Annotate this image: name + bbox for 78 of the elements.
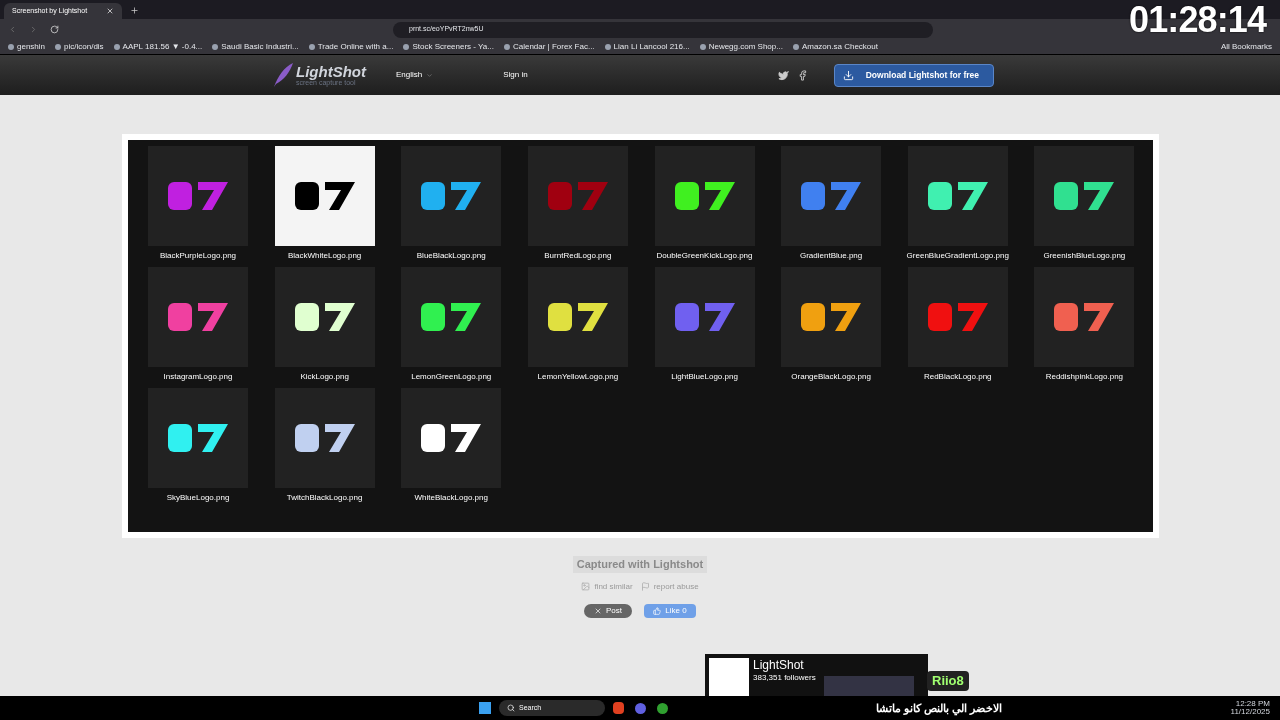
reload-icon[interactable] xyxy=(50,25,59,34)
captured-label: Captured with Lightshot xyxy=(572,556,708,573)
image-thumbnail[interactable] xyxy=(654,267,755,367)
image-thumbnail[interactable] xyxy=(401,146,502,246)
file-name: InstagramLogo.png xyxy=(162,372,234,382)
search-icon xyxy=(507,704,515,712)
file-name: LemonYellowLogo.png xyxy=(536,372,620,382)
download-icon xyxy=(842,69,854,81)
popup-title: LightShot xyxy=(753,658,805,673)
caret-icon xyxy=(426,71,434,79)
sign-in-link[interactable]: Sign in xyxy=(503,69,528,81)
file-name: TwitchBlackLogo.png xyxy=(285,493,364,503)
file-name: KickLogo.png xyxy=(299,372,350,382)
image-thumbnail[interactable] xyxy=(1034,267,1135,367)
image-thumbnail[interactable] xyxy=(907,267,1008,367)
file-name: GradientBlue.png xyxy=(799,251,864,261)
feather-icon xyxy=(272,62,294,88)
file-name: DoubleGreenKickLogo.png xyxy=(655,251,754,261)
image-thumbnail[interactable] xyxy=(148,267,248,367)
image-thumbnail[interactable] xyxy=(527,146,628,246)
image-thumbnail[interactable] xyxy=(654,146,755,246)
flag-icon xyxy=(640,582,650,591)
bookmark-item[interactable]: pic/icon/dis xyxy=(64,41,104,53)
file-name: LightBlueLogo.png xyxy=(670,372,739,382)
file-name: BlackPurpleLogo.png xyxy=(158,251,238,261)
image-thumbnail[interactable] xyxy=(274,267,375,367)
bookmark-item[interactable]: Trade Online with a... xyxy=(317,41,394,53)
image-thumbnail[interactable] xyxy=(274,146,375,246)
bookmark-item[interactable]: AAPL 181.56 ▼ -0.4... xyxy=(122,41,203,53)
thumbs-up-icon xyxy=(653,606,662,615)
bookmark-item[interactable]: Stock Screeners - Ya... xyxy=(412,41,494,53)
post-button[interactable]: Post xyxy=(584,603,632,618)
windows-start-icon[interactable] xyxy=(479,702,491,714)
file-name: ReddishpinkLogo.png xyxy=(1044,372,1125,382)
image-thumbnail[interactable] xyxy=(781,267,882,367)
new-tab-icon[interactable] xyxy=(130,6,139,15)
timer-text: 01:28:14 xyxy=(1129,2,1266,38)
chat-app-icon[interactable] xyxy=(635,702,646,714)
bookmark-item[interactable]: Amazon.sa Checkout xyxy=(801,41,878,53)
file-name: LemonGreenLogo.png xyxy=(410,372,493,382)
image-thumbnail[interactable] xyxy=(148,388,248,488)
file-name: BlackWhiteLogo.png xyxy=(286,251,363,261)
file-name: BlueBlackLogo.png xyxy=(415,251,487,261)
clock-time: 12:28 PM xyxy=(1235,700,1270,708)
image-thumbnail[interactable] xyxy=(148,146,248,246)
language-dropdown[interactable]: English xyxy=(396,69,434,81)
twitter-icon[interactable] xyxy=(777,69,789,81)
file-name: GreenBlueGradientLogo.png xyxy=(905,251,1010,261)
bookmark-item[interactable]: genshin xyxy=(17,41,46,53)
image-thumbnail[interactable] xyxy=(401,267,502,367)
follower-count: 383,351 followers xyxy=(753,673,816,683)
bookmark-item[interactable]: Newegg.com Shop... xyxy=(708,41,783,53)
image-icon xyxy=(581,582,591,591)
bookmark-item[interactable]: Lian Li Lancool 216... xyxy=(613,41,690,53)
close-icon[interactable] xyxy=(106,7,114,15)
username-badge: Riio8 xyxy=(927,671,969,691)
file-name: SkyBlueLogo.png xyxy=(165,493,231,503)
image-thumbnail[interactable] xyxy=(1034,146,1135,246)
x-icon xyxy=(594,606,602,615)
bookmark-item[interactable]: Saudi Basic Industri... xyxy=(221,41,299,53)
file-name: BurntRedLogo.png xyxy=(543,251,613,261)
download-button[interactable]: Download Lightshot for free xyxy=(833,63,994,87)
chat-message: الاخضر الي بالنص كانو ماتشا xyxy=(876,700,1003,717)
image-thumbnail[interactable] xyxy=(274,388,375,488)
file-name: RedBlackLogo.png xyxy=(922,372,993,382)
browser-app-icon[interactable] xyxy=(613,702,624,714)
file-name: OrangeBlackLogo.png xyxy=(790,372,872,382)
all-bookmarks-link[interactable]: All Bookmarks xyxy=(1220,41,1272,53)
xbox-app-icon[interactable] xyxy=(657,702,668,714)
image-thumbnail[interactable] xyxy=(781,146,882,246)
file-name: WhiteBlackLogo.png xyxy=(413,493,489,503)
image-thumbnail[interactable] xyxy=(527,267,628,367)
clock-date: 11/12/2025 xyxy=(1230,708,1270,716)
bookmark-item[interactable]: Calendar | Forex Fac... xyxy=(512,41,595,53)
image-thumbnail[interactable] xyxy=(401,388,502,488)
file-name: GreenishBlueLogo.png xyxy=(1042,251,1127,261)
logo-text: LightShot xyxy=(296,64,366,79)
image-thumbnail[interactable] xyxy=(907,146,1008,246)
